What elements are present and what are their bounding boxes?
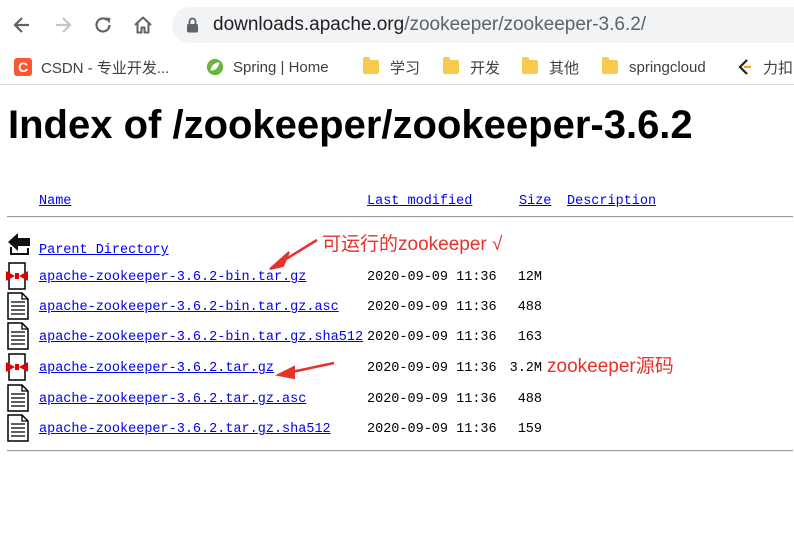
annotation-arrows xyxy=(269,238,335,380)
arrow-annotation-icon xyxy=(269,238,318,270)
arrow-annotation-icon xyxy=(274,361,335,380)
